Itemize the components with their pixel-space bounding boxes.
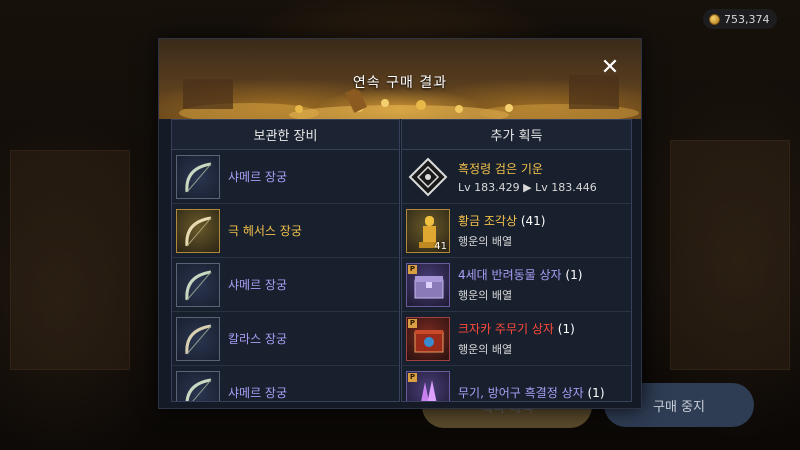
background-shelf-right (670, 140, 790, 370)
list-item[interactable]: 극 헤서스 장궁 (172, 204, 399, 258)
list-item[interactable]: 샤메르 장궁 (172, 366, 399, 401)
list-item[interactable]: P 크자카 주무기 상자 (1) 행운의 배열 (402, 312, 631, 366)
list-item[interactable]: P 4세대 반려동물 상자 (1) 행운의 배열 (402, 258, 631, 312)
item-name: 샤메르 장궁 (228, 386, 288, 400)
stored-equipment-header: 보관한 장비 (172, 120, 399, 150)
currency-display: 753,374 (703, 9, 777, 29)
pet-box-icon: P (406, 262, 450, 307)
item-name: 4세대 반려동물 상자 (458, 268, 562, 282)
item-count: (1) (587, 386, 605, 400)
currency-amount: 753,374 (724, 12, 770, 26)
purchase-result-modal: 연속 구매 결과 ✕ 보관한 장비 샤메르 장궁 극 헤서스 장궁 샤메르 장궁 (158, 38, 642, 409)
list-item[interactable]: P 무기, 방어구 흑결정 상자 (1) (402, 366, 631, 401)
item-name: 흑정령 검은 기운 (458, 161, 543, 176)
golden-statue-icon: 41 (406, 208, 450, 253)
stored-equipment-panel: 보관한 장비 샤메르 장궁 극 헤서스 장궁 샤메르 장궁 칼라스 장궁 샤메르… (171, 119, 400, 402)
close-icon[interactable]: ✕ (597, 55, 623, 81)
item-name: 극 헤서스 장궁 (228, 224, 302, 238)
item-name: 무기, 방어구 흑결정 상자 (458, 386, 584, 400)
coin-icon (709, 13, 720, 25)
item-count: (1) (565, 268, 583, 282)
item-name: 황금 조각상 (458, 214, 518, 228)
additional-acquisition-panel: 추가 획득 흑정령 검은 기운 Lv 183.429 ▶ Lv 183.446 … (401, 119, 632, 402)
item-name: 샤메르 장궁 (228, 278, 288, 292)
item-count: (1) (557, 322, 575, 336)
list-item[interactable]: 칼라스 장궁 (172, 312, 399, 366)
bow-icon (176, 370, 220, 401)
item-count: (41) (520, 214, 546, 228)
list-item[interactable]: 흑정령 검은 기운 Lv 183.429 ▶ Lv 183.446 (402, 150, 631, 204)
bow-icon (176, 208, 220, 253)
bow-icon (176, 262, 220, 307)
list-item[interactable]: 41 황금 조각상 (41) 행운의 배열 (402, 204, 631, 258)
bow-icon (176, 316, 220, 361)
item-source: 행운의 배열 (458, 343, 513, 356)
additional-acquisition-header: 추가 획득 (402, 120, 631, 150)
background-shelf-left (10, 150, 130, 370)
list-item[interactable]: 샤메르 장궁 (172, 150, 399, 204)
item-quantity: 41 (434, 240, 447, 252)
item-name: 크자카 주무기 상자 (458, 322, 554, 336)
stop-purchase-label: 구매 중지 (653, 399, 705, 415)
bow-icon (176, 154, 220, 199)
modal-title: 연속 구매 결과 (352, 75, 448, 91)
item-name: 샤메르 장궁 (228, 170, 288, 184)
crystal-box-icon: P (406, 370, 450, 401)
black-spirit-icon (406, 155, 450, 199)
item-name: 칼라스 장궁 (228, 332, 288, 346)
list-item[interactable]: 샤메르 장궁 (172, 258, 399, 312)
item-source: 행운의 배열 (458, 289, 513, 302)
modal-header-banner: 연속 구매 결과 ✕ (159, 39, 641, 119)
level-progress: Lv 183.429 ▶ Lv 183.446 (458, 180, 597, 194)
item-source: 행운의 배열 (458, 235, 513, 248)
weapon-box-icon: P (406, 316, 450, 361)
